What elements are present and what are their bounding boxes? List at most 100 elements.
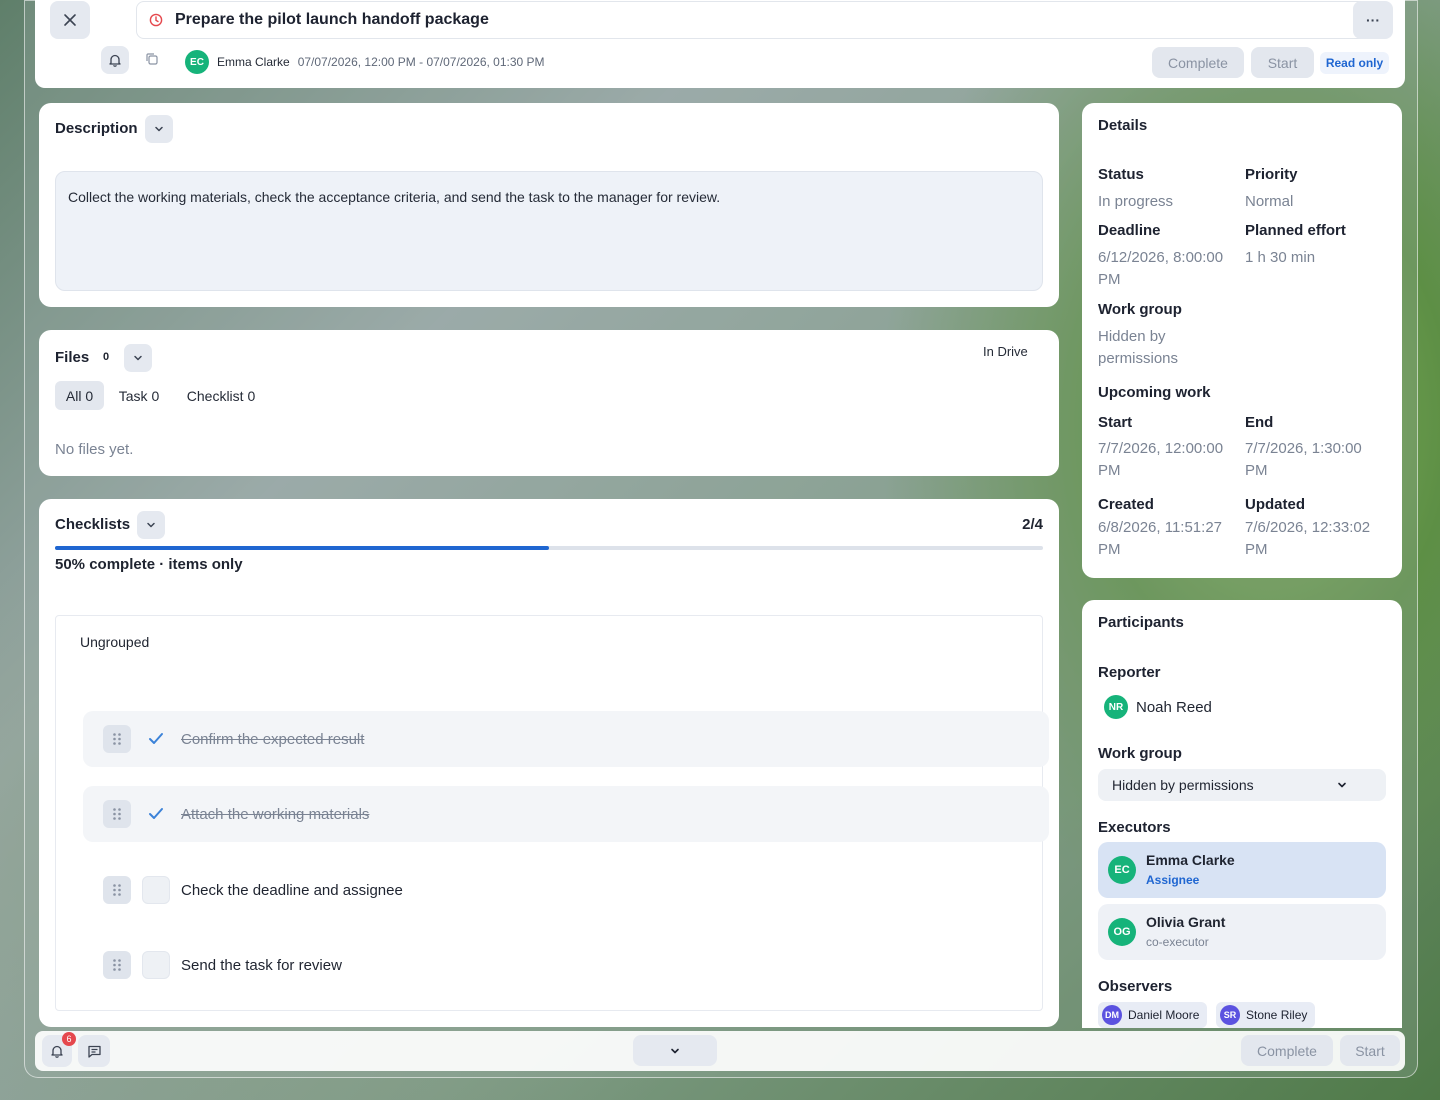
executor-role: Assignee — [1146, 873, 1200, 887]
observer-chip[interactable]: DM Daniel Moore — [1098, 1002, 1208, 1028]
participants-title: Participants — [1098, 614, 1184, 631]
notify-toggle-button[interactable] — [101, 46, 129, 74]
reporter-label: Reporter — [1098, 664, 1161, 681]
description-collapse-button[interactable] — [145, 115, 173, 143]
checklist-counter: 2/4 — [1022, 516, 1043, 533]
tab-all-files[interactable]: All 0 — [55, 381, 104, 410]
checklist-group: Ungrouped Confirm the expected result At… — [55, 615, 1049, 1011]
deadline-label: Deadline — [1098, 222, 1161, 239]
avatar: DM — [1102, 1005, 1122, 1025]
checklist-item-text: Check the deadline and assignee — [181, 881, 403, 899]
checklist-item-text: Attach the working materials — [181, 805, 370, 823]
checklists-collapse-button[interactable] — [137, 511, 165, 539]
checklist-progress-fill — [55, 546, 549, 550]
description-title: Description — [55, 120, 138, 137]
more-button[interactable]: ··· — [1353, 1, 1393, 39]
check-icon — [149, 733, 163, 744]
updated-value: 7/6/2026, 12:33:02 PM — [1245, 519, 1371, 558]
drag-handle-icon — [113, 808, 121, 820]
checklist-item[interactable]: Check the deadline and assignee — [83, 862, 1049, 918]
checklist-item[interactable]: Send the task for review — [83, 937, 1049, 993]
work-group-selected: Hidden by permissions — [1112, 777, 1254, 793]
drag-handle[interactable] — [103, 800, 131, 828]
avatar: NR — [1104, 695, 1128, 719]
task-meta: EC Emma Clarke 07/07/2026, 12:00 PM - 07… — [185, 50, 545, 74]
description-text-area[interactable]: Collect the working materials, check the… — [55, 171, 1043, 291]
chevron-down-icon — [155, 126, 163, 132]
item-checkbox[interactable] — [142, 951, 170, 979]
end-label: End — [1245, 414, 1274, 431]
reporter-name: Noah Reed — [1136, 698, 1212, 716]
checklist-progress-track — [55, 546, 1043, 550]
avatar: SR — [1220, 1005, 1240, 1025]
details-card: Details Status In progress Priority Norm… — [1082, 103, 1402, 578]
drag-handle[interactable] — [103, 725, 131, 753]
work-group-value: Hidden by permissions — [1098, 328, 1179, 367]
tab-checklist-files[interactable]: Checklist 0 — [177, 381, 265, 410]
complete-button[interactable]: Complete — [1152, 47, 1244, 78]
assignee-name: Emma Clarke — [217, 55, 290, 69]
tab-task-files[interactable]: Task 0 — [111, 381, 167, 410]
planned-effort-label: Planned effort — [1245, 222, 1346, 239]
executor-name: Emma Clarke — [1146, 852, 1235, 868]
executor-item[interactable]: EC Emma Clarke Assignee — [1098, 842, 1386, 898]
files-title: Files — [55, 349, 90, 366]
task-header: Prepare the pilot launch handoff package… — [35, 0, 1405, 88]
drag-handle-icon — [113, 733, 121, 745]
bell-icon — [51, 1045, 63, 1058]
deadline-value: 6/12/2026, 8:00:00 PM — [1098, 249, 1224, 288]
observers-label: Observers — [1098, 978, 1173, 995]
priority-label: Priority — [1245, 166, 1298, 183]
observer-chip[interactable]: SR Stone Riley — [1216, 1002, 1316, 1028]
checklist-group-title: Ungrouped — [80, 634, 150, 650]
close-button[interactable] — [50, 1, 90, 39]
read-only-badge: Read only — [1320, 52, 1389, 74]
chevron-down-icon — [147, 522, 155, 528]
description-card: Description Collect the working material… — [39, 103, 1059, 307]
clock-icon — [149, 13, 163, 27]
drag-handle[interactable] — [103, 876, 131, 904]
drag-handle-icon — [113, 959, 121, 971]
in-drive-link[interactable]: In Drive — [983, 344, 1028, 359]
executor-role: co-executor — [1146, 935, 1209, 949]
reporter[interactable]: NR Noah Reed — [1104, 695, 1212, 719]
checklist-item-text: Send the task for review — [181, 956, 342, 974]
footer-complete-button[interactable]: Complete — [1241, 1035, 1333, 1066]
comments-button[interactable] — [78, 1035, 110, 1067]
checklists-title: Checklists — [55, 516, 131, 533]
executor-item[interactable]: OG Olivia Grant co-executor — [1098, 904, 1386, 960]
created-value: 6/8/2026, 11:51:27 PM — [1098, 519, 1222, 558]
footer-start-button[interactable]: Start — [1340, 1035, 1400, 1066]
files-card: Files 0 In Drive All 0 Task 0 Checklist … — [39, 330, 1059, 476]
chevron-down-icon — [671, 1048, 679, 1053]
avatar: OG — [1108, 918, 1136, 946]
close-icon — [64, 14, 76, 26]
updated-label: Updated — [1245, 496, 1305, 513]
scroll-expand-button[interactable] — [633, 1035, 717, 1066]
files-collapse-button[interactable] — [124, 344, 152, 372]
chevron-down-icon — [1338, 782, 1346, 788]
checklist-item[interactable]: Confirm the expected result — [83, 711, 1049, 767]
start-value: 7/7/2026, 12:00:00 PM — [1098, 440, 1224, 479]
start-button[interactable]: Start — [1251, 47, 1314, 78]
drag-handle-icon — [113, 884, 121, 896]
task-title: Prepare the pilot launch handoff package — [175, 11, 489, 28]
item-checkbox[interactable] — [142, 725, 170, 753]
item-checkbox[interactable] — [142, 800, 170, 828]
bottom-toolbar: 6 Complete Start — [35, 1031, 1405, 1071]
details-title: Details — [1098, 117, 1148, 134]
observer-name: Stone Riley — [1246, 1008, 1308, 1022]
chevron-down-icon — [134, 355, 142, 361]
task-title-field[interactable]: Prepare the pilot launch handoff package — [136, 1, 1376, 39]
checklist-progress-text: 50% complete · items only — [55, 556, 243, 573]
checklists-card: Checklists 2/4 50% complete · items only… — [39, 499, 1059, 1027]
work-group-label: Work group — [1098, 301, 1182, 318]
checklist-item-text: Confirm the expected result — [181, 730, 365, 748]
drag-handle[interactable] — [103, 951, 131, 979]
copy-link-button[interactable] — [145, 52, 161, 68]
item-checkbox[interactable] — [142, 876, 170, 904]
priority-value: Normal — [1245, 193, 1294, 210]
checklist-item[interactable]: Attach the working materials — [83, 786, 1049, 842]
more-icon: ··· — [1366, 12, 1380, 28]
work-group-select[interactable]: Hidden by permissions — [1098, 769, 1386, 801]
